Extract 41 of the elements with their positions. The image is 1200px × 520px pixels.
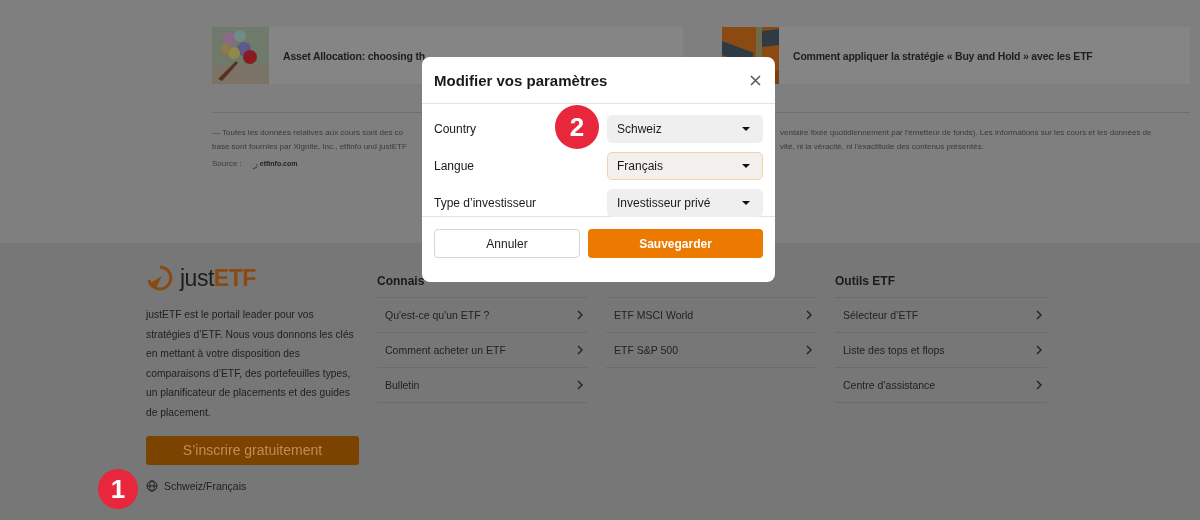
caret-icon [742,201,750,205]
logo-text[interactable]: justETF [180,264,256,292]
field-label: Country [434,122,477,136]
caret-icon [742,127,750,131]
footer-link[interactable]: Comment acheter un ETF [377,333,588,368]
column-heading: Outils ETF [835,274,896,290]
footer-link[interactable]: Liste des tops et flops [835,333,1047,368]
footer-description: justETF est le portail leader pour vos stratégies d’ETF. Nous vous donnons les clés en mettant à votre disposition des comparaisons d’ETF, des portefeuilles types, un planificateur de placements et des guides de placement. [146,308,355,420]
column-heading: Connais [377,274,426,290]
select-field[interactable]: Français [607,152,763,180]
chevron-right-icon [576,380,584,390]
chevron-right-icon [1035,345,1043,355]
cancel-button[interactable]: Annuler [434,229,580,258]
footer-link[interactable]: Centre d’assistance [835,368,1047,403]
article-title: Comment appliquer la stratégie « Buy and Hold » avec les ETF [793,49,1093,62]
chevron-right-icon [576,310,584,320]
footer-link[interactable]: Qu'est-ce qu'un ETF ? [377,298,588,333]
select-field[interactable]: Investisseur privé [607,189,763,217]
chevron-right-icon [1035,380,1043,390]
footer-link[interactable]: ETF S&P 500 [606,333,817,368]
footer-link[interactable]: Bulletin [377,368,588,403]
close-icon [750,74,761,86]
caret-icon [742,164,750,168]
select-field[interactable]: Schweiz [607,115,763,143]
logo-icon [146,264,174,292]
footer-link[interactable]: ETF MSCI World [606,298,817,333]
source-label: Source : [212,158,242,170]
chevron-right-icon [805,345,813,355]
chevron-right-icon [576,345,584,355]
field-label: Type d’investisseur [434,196,537,210]
signup-button[interactable]: S’inscrire gratuitement [146,435,359,465]
footer-link[interactable]: Sélecteur d’ETF [835,298,1047,333]
article-title: Asset Allocation: choosing th [283,49,425,62]
article-card[interactable]: Comment appliquer la stratégie « Buy and Hold » avec les ETF [722,27,1190,84]
globe-icon [146,479,158,492]
field-label: Langue [434,159,475,173]
close-button[interactable] [748,72,763,88]
chevron-right-icon [1035,310,1043,320]
save-button[interactable]: Sauvegarder [588,229,763,258]
locale-link[interactable]: Schweiz/Français [146,479,247,492]
chevron-right-icon [805,310,813,320]
